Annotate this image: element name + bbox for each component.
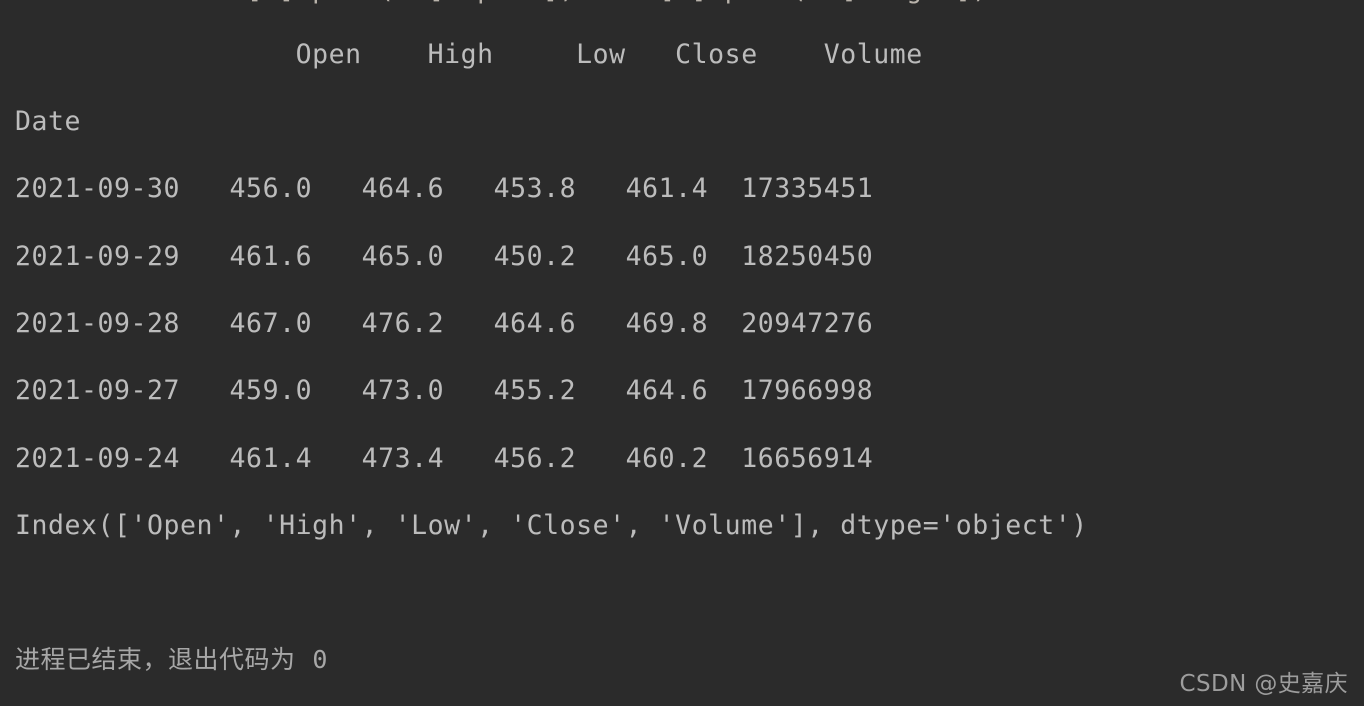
clipped-previous-line: ax[0].plot(df['Open']) ax[1].plot(df['Hi…	[15, 0, 989, 7]
process-exit-message: 进程已结束，退出代码为 0	[15, 643, 328, 677]
csdn-watermark: CSDN @史嘉庆	[1179, 671, 1348, 697]
table-row: 2021-09-29 461.6 465.0 450.2 465.0 18250…	[15, 241, 874, 272]
exit-code-value: 0	[312, 645, 328, 674]
dataframe-columns-repr: Index(['Open', 'High', 'Low', 'Close', '…	[15, 510, 1088, 541]
table-row: 2021-09-27 459.0 473.0 455.2 464.6 17966…	[15, 375, 874, 406]
table-row: 2021-09-30 456.0 464.6 453.8 461.4 17335…	[15, 173, 874, 204]
dataframe-index-name: Date	[15, 106, 82, 137]
dataframe-header-row: Open High Low Close Volume	[15, 39, 923, 70]
table-row: 2021-09-24 461.4 473.4 456.2 460.2 16656…	[15, 443, 874, 474]
console-output-panel[interactable]: ax[0].plot(df['Open']) ax[1].plot(df['Hi…	[0, 0, 1364, 706]
exit-message-text: 进程已结束，退出代码为	[15, 645, 313, 674]
table-row: 2021-09-28 467.0 476.2 464.6 469.8 20947…	[15, 308, 874, 339]
